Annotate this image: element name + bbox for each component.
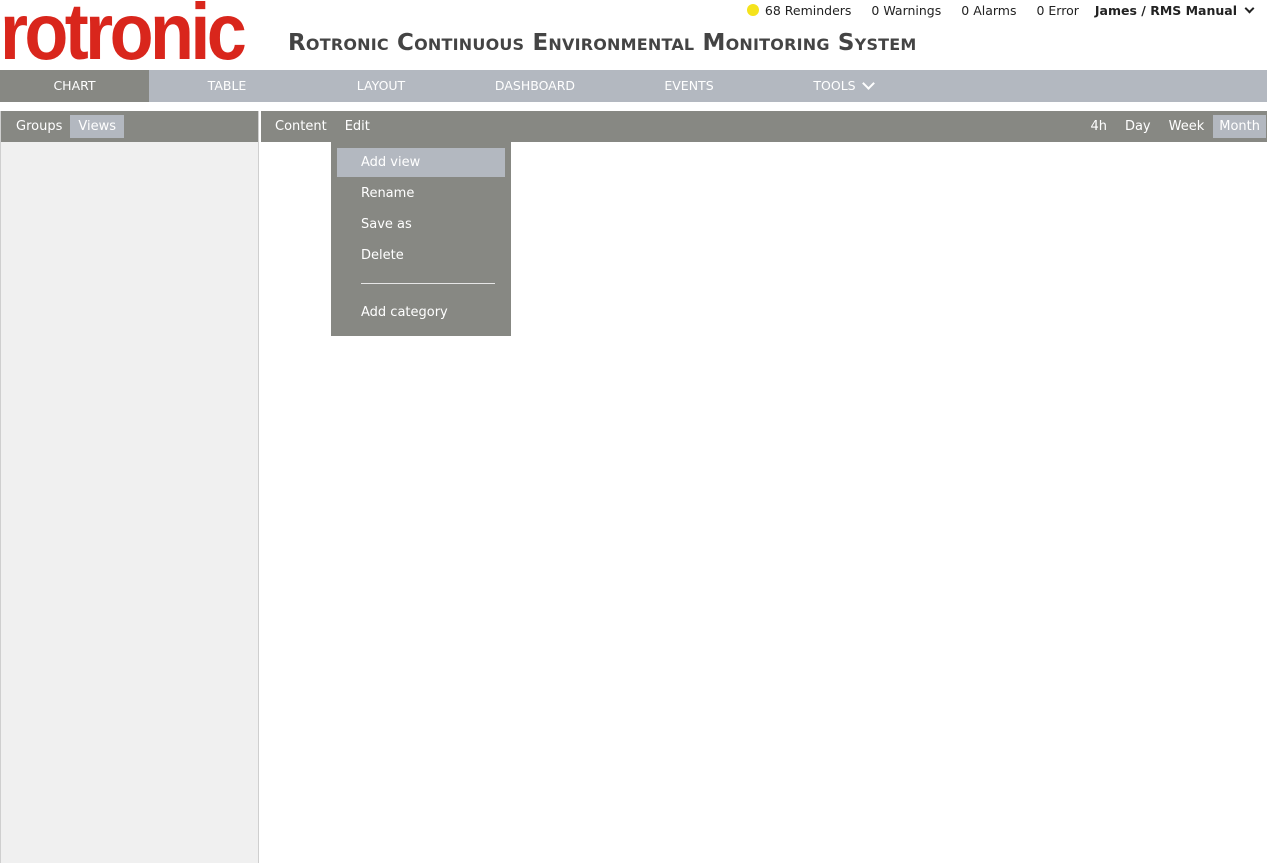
main-nav: CHART TABLE LAYOUT DASHBOARD EVENTS TOOL… xyxy=(0,70,1267,102)
tab-views[interactable]: Views xyxy=(70,115,124,138)
menu-item-add-category[interactable]: Add category xyxy=(337,298,505,327)
nav-item-label: EVENTS xyxy=(664,78,714,93)
menu-item-add-view[interactable]: Add view xyxy=(337,148,505,177)
errors-indicator[interactable]: 0 Error xyxy=(1036,3,1078,18)
nav-item-label: TABLE xyxy=(207,78,247,93)
chart-toolbar: Content Edit 4h Day Week Month xyxy=(261,111,1267,142)
app-title: Rotronic Continuous Environmental Monito… xyxy=(288,30,917,56)
user-name: James / RMS Manual xyxy=(1094,2,1237,18)
rotronic-logo: rotronic xyxy=(0,0,247,76)
left-pane: Groups Views xyxy=(0,111,259,863)
menu-divider xyxy=(361,283,495,284)
app-header: rotronic Rotronic Continuous Environment… xyxy=(0,0,1267,76)
nav-item-tools[interactable]: TOOLS xyxy=(765,70,921,102)
nav-item-dashboard[interactable]: DASHBOARD xyxy=(457,70,613,102)
menu-item-save-as[interactable]: Save as xyxy=(337,210,505,239)
edit-menu-button[interactable]: Edit xyxy=(336,115,379,138)
content-menu-button[interactable]: Content xyxy=(266,115,336,138)
nav-item-label: DASHBOARD xyxy=(494,78,576,93)
range-week-button[interactable]: Week xyxy=(1160,115,1214,138)
errors-text: 0 Error xyxy=(1036,2,1079,18)
menu-item-rename[interactable]: Rename xyxy=(337,179,505,208)
menu-item-delete[interactable]: Delete xyxy=(337,241,505,270)
alarms-text: 0 Alarms xyxy=(961,2,1017,18)
warnings-indicator[interactable]: 0 Warnings xyxy=(871,3,941,18)
nav-item-label: LAYOUT xyxy=(356,78,406,93)
user-menu[interactable]: James / RMS Manual xyxy=(1094,2,1255,18)
nav-item-label: TOOLS xyxy=(813,78,856,93)
time-range-selector: 4h Day Week Month xyxy=(1081,115,1267,138)
tab-groups[interactable]: Groups xyxy=(8,115,70,138)
nav-item-layout[interactable]: LAYOUT xyxy=(305,70,457,102)
edit-dropdown-menu: Add view Rename Save as Delete Add categ… xyxy=(331,142,511,336)
chevron-down-icon xyxy=(1244,3,1255,13)
nav-item-events[interactable]: EVENTS xyxy=(613,70,765,102)
left-pane-tabs: Groups Views xyxy=(1,111,258,142)
nav-item-label: CHART xyxy=(53,78,96,93)
chevron-down-icon xyxy=(861,76,875,90)
reminders-indicator[interactable]: 68 Reminders xyxy=(746,2,852,18)
warnings-text: 0 Warnings xyxy=(871,2,942,18)
range-month-button[interactable]: Month xyxy=(1213,115,1266,138)
reminder-dot-icon xyxy=(746,4,759,16)
alarms-indicator[interactable]: 0 Alarms xyxy=(961,3,1016,18)
nav-item-table[interactable]: TABLE xyxy=(149,70,305,102)
range-4h-button[interactable]: 4h xyxy=(1081,115,1116,138)
nav-item-chart[interactable]: CHART xyxy=(0,70,149,102)
range-day-button[interactable]: Day xyxy=(1116,115,1160,138)
reminders-text: 68 Reminders xyxy=(764,2,852,18)
status-bar: 68 Reminders 0 Warnings 0 Alarms 0 Error… xyxy=(727,0,1255,20)
